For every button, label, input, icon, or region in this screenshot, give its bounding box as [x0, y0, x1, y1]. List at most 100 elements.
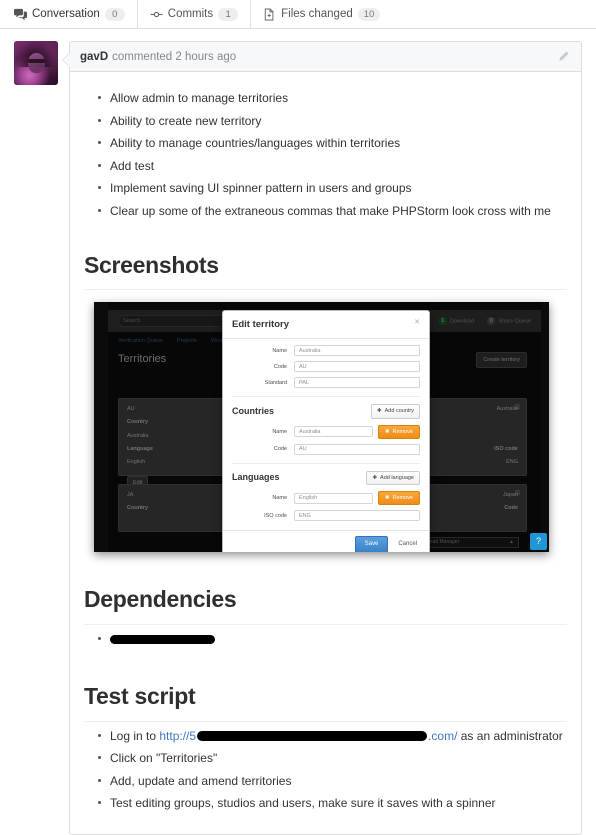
modal-header: Edit territory ✕ [223, 311, 429, 340]
language-name-input: English [294, 492, 373, 504]
download-label: Download [449, 318, 475, 325]
field-label: Name [272, 428, 287, 435]
close-icon: ☒ [514, 405, 520, 412]
field-label: Standard [264, 379, 287, 386]
comment-timestamp: commented 2 hours ago [112, 50, 237, 63]
field-row-code: Code AU [232, 361, 420, 373]
column-iso-code: ISO code [494, 445, 518, 452]
share-queue-count-badge: 0 [487, 316, 496, 325]
test-script-list: Log in to http://5 .com/ as an administra… [84, 726, 567, 814]
countries-title: Countries [232, 405, 275, 416]
tab-commits[interactable]: Commits 1 [150, 0, 252, 28]
file-diff-icon [263, 7, 276, 21]
pencil-icon[interactable] [556, 49, 571, 64]
comment-discussion-icon [14, 8, 27, 21]
list-item: Allow admin to manage territories [98, 88, 567, 109]
list-item: Test editing groups, studios and users, … [98, 793, 567, 814]
app-status-share-queue: 0 Share Queue [487, 316, 531, 326]
iso-value: ENG [506, 459, 518, 466]
test-environment-link-suffix[interactable]: .com/ [428, 729, 457, 743]
language-iso-input: ENG [294, 510, 420, 522]
list-item [98, 629, 567, 650]
modal-footer: Save Cancel [223, 530, 429, 553]
list-item: Add test [98, 156, 567, 177]
column-language: Language [127, 445, 153, 452]
app-search-input: Search ⚲ [118, 315, 230, 328]
test-environment-link[interactable]: http://5 [159, 729, 196, 743]
comment-author[interactable]: gavD [80, 51, 108, 63]
field-row-name: Name Australia [232, 345, 420, 357]
heading-test-script: Test script [84, 679, 567, 722]
minus-icon: ✖ [384, 495, 390, 502]
field-label: Name [272, 495, 287, 502]
field-label: ISO code [264, 512, 287, 519]
add-language-button: ✚ Add language [366, 470, 420, 486]
countries-section-header: Countries ✚ Add country [232, 396, 420, 419]
remove-country-label: Remove [392, 428, 413, 435]
heading-dependencies: Dependencies [84, 582, 567, 625]
field-label: Name [272, 347, 287, 354]
list-item: Log in to http://5 .com/ as an administra… [98, 726, 567, 747]
app-search-placeholder: Search [123, 317, 141, 324]
languages-title: Languages [232, 472, 280, 483]
list-item: Clear up some of the extraneous commas t… [98, 201, 567, 222]
redacted-dependency [110, 634, 215, 644]
app-status-group: 1 Download 0 Share Queue [438, 316, 531, 326]
minus-icon: ✖ [384, 428, 390, 435]
add-country-button: ✚ Add country [371, 404, 420, 419]
list-item: Click on "Territories" [98, 748, 567, 769]
language-value: English [127, 459, 146, 466]
remove-country-button: ✖ Remove [377, 424, 420, 439]
cancel-button: Cancel [398, 541, 417, 548]
save-button: Save [354, 536, 389, 553]
remove-language-label: Remove [392, 495, 413, 502]
gear-icon: ✚ [372, 474, 378, 481]
list-item: Ability to create new territory [98, 111, 567, 132]
summary-bullet-list: Allow admin to manage territories Abilit… [84, 88, 567, 222]
country-value: Australia [127, 432, 149, 439]
remove-language-button: ✖ Remove [377, 491, 420, 506]
app-nav-item-projects: Projects [176, 337, 197, 344]
country-name-input: Australia [294, 426, 373, 438]
country-row-code: Code AU [232, 443, 420, 455]
comment-box: gavD commented 2 hours ago Allow admin t… [62, 41, 582, 835]
close-icon: ☒ [514, 491, 520, 498]
tab-files-changed[interactable]: Files changed 10 [263, 0, 394, 28]
tab-conversation-count: 0 [104, 7, 125, 21]
edit-territory-modal: Edit territory ✕ Name Australia Code AU … [222, 310, 430, 553]
app-nav-item-verification-queue: Verification Queue [118, 337, 163, 344]
download-count-badge: 1 [438, 316, 447, 325]
test-step-prefix: Log in to [110, 728, 160, 743]
add-country-label: Add country [384, 408, 414, 415]
avatar-glasses [28, 59, 45, 63]
column-country: Country [127, 505, 149, 512]
comment-actions [556, 49, 571, 64]
test-step-suffix: as an administrator [457, 728, 563, 743]
country-row-name: Name Australia ✖ Remove [232, 424, 420, 439]
territory-name-input: Australia [294, 345, 420, 357]
git-commit-icon [150, 8, 163, 21]
help-icon: ? [530, 533, 547, 551]
add-language-label: Add language [380, 474, 414, 481]
territory-standard-input: PAL [294, 377, 420, 389]
create-territory-button: Create territory [476, 352, 527, 369]
avatar-face [28, 53, 45, 73]
comment-header: gavD commented 2 hours ago [70, 42, 581, 72]
list-item: Implement saving UI spinner pattern in u… [98, 178, 567, 199]
modal-title: Edit territory [232, 319, 290, 331]
gear-icon: ✚ [377, 408, 382, 415]
tab-conversation[interactable]: Conversation 0 [14, 0, 138, 28]
languages-section-header: Languages ✚ Add language [232, 462, 420, 486]
share-queue-label: Share Queue [498, 318, 531, 325]
column-code: Code [504, 505, 518, 512]
tab-conversation-label: Conversation [32, 8, 100, 20]
tab-commits-count: 1 [218, 7, 239, 21]
avatar[interactable] [14, 41, 58, 85]
field-label: Code [273, 446, 287, 453]
embedded-screenshot-image[interactable]: Search ⚲ 1Download 0Share Queue [94, 302, 549, 553]
close-icon: ✕ [414, 319, 420, 327]
dependencies-list [84, 629, 567, 650]
field-row-standard: Standard PAL [232, 377, 420, 389]
territory-code: JA [127, 492, 134, 499]
comment-row: gavD commented 2 hours ago Allow admin t… [14, 41, 582, 835]
